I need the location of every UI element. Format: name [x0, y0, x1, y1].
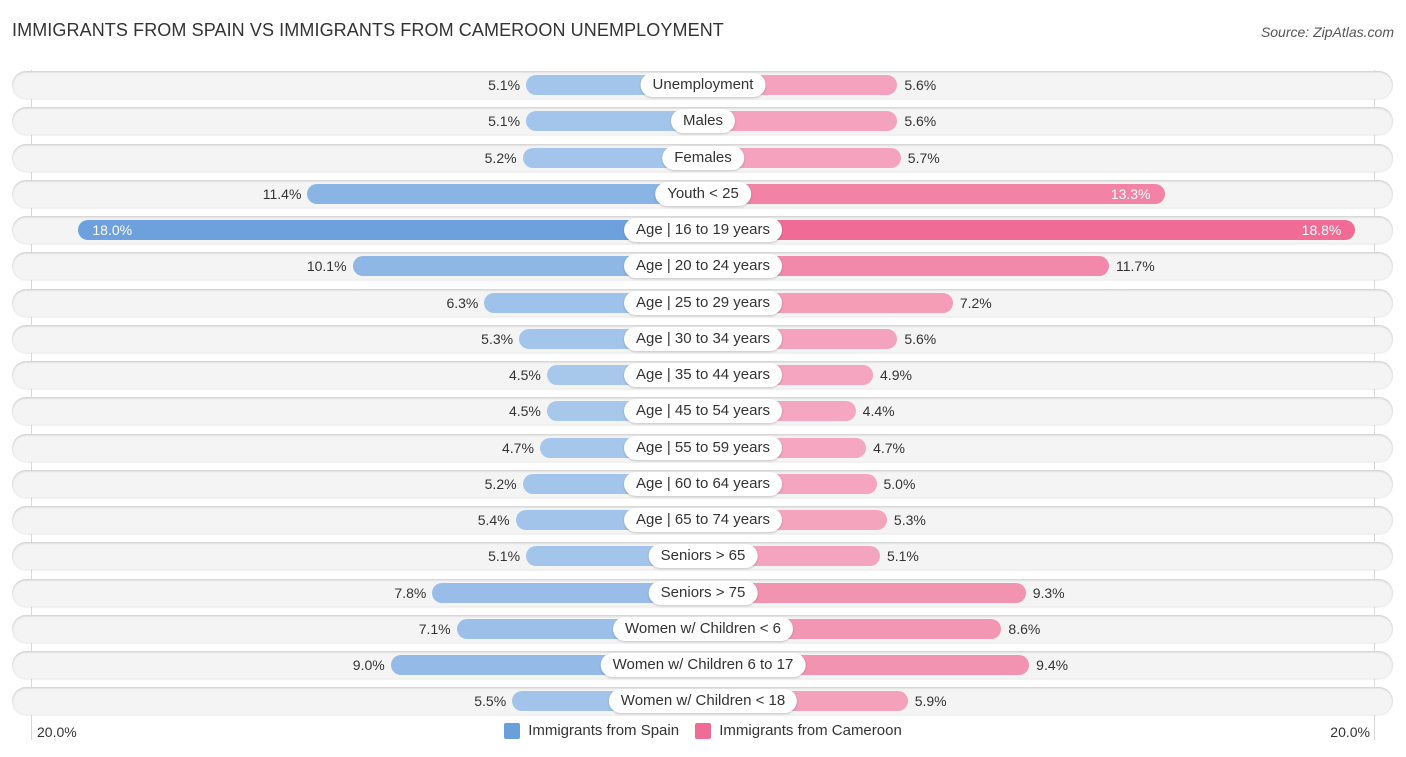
chart-title: IMMIGRANTS FROM SPAIN VS IMMIGRANTS FROM… — [12, 20, 724, 40]
category-label: Age | 45 to 54 years — [624, 399, 782, 424]
value-label-spain: 4.5% — [508, 367, 541, 383]
bar-cameroon[interactable] — [703, 220, 1356, 240]
legend-item-spain[interactable]: Immigrants from Spain — [504, 722, 679, 739]
value-label-spain: 4.7% — [502, 439, 534, 456]
value-label-cameroon: 4.7% — [873, 439, 905, 456]
legend-swatch-cameroon — [695, 722, 712, 739]
category-label: Age | 60 to 64 years — [624, 471, 782, 496]
category-label: Youth < 25 — [655, 181, 751, 206]
value-label-spain: 9.0% — [352, 657, 385, 673]
value-label-cameroon: 9.3% — [1032, 584, 1065, 601]
bar-spain[interactable] — [78, 220, 703, 240]
category-label: Age | 35 to 44 years — [624, 363, 782, 387]
value-label-spain: 5.1% — [488, 113, 521, 130]
category-label: Seniors > 65 — [648, 544, 758, 569]
category-label: Age | 25 to 29 years — [624, 290, 782, 315]
source-label: Source: ZipAtlas.com — [1260, 24, 1394, 40]
value-label-spain: 5.1% — [488, 548, 521, 565]
bar-spain[interactable] — [307, 183, 703, 204]
value-label-cameroon: 5.1% — [886, 548, 919, 565]
value-label-spain: 7.1% — [418, 620, 451, 637]
value-label-cameroon: 5.9% — [914, 693, 947, 710]
value-label-spain: 4.5% — [508, 403, 541, 420]
value-label-cameroon: 9.4% — [1036, 657, 1069, 673]
value-label-cameroon: 8.6% — [1008, 620, 1041, 637]
value-label-cameroon: 5.0% — [883, 475, 916, 492]
category-label: Age | 65 to 74 years — [624, 508, 782, 532]
bar-cameroon[interactable] — [703, 183, 1165, 204]
legend-label-spain: Immigrants from Spain — [528, 722, 680, 739]
value-label-cameroon: 11.7% — [1115, 258, 1155, 275]
value-label-spain: 6.3% — [446, 294, 479, 311]
legend-item-cameroon[interactable]: Immigrants from Cameroon — [695, 722, 902, 739]
legend-label-cameroon: Immigrants from Cameroon — [719, 722, 902, 739]
value-label-spain: 5.3% — [481, 330, 514, 347]
category-label: Age | 20 to 24 years — [624, 254, 782, 279]
value-label-spain: 7.8% — [394, 584, 427, 601]
category-label: Females — [662, 145, 744, 170]
value-label-spain: 18.0% — [92, 222, 133, 238]
value-label-spain: 5.4% — [477, 512, 510, 528]
value-label-cameroon: 7.2% — [959, 294, 992, 311]
value-label-spain: 5.5% — [474, 693, 507, 710]
value-label-cameroon: 13.3% — [1110, 185, 1151, 202]
value-label-cameroon: 5.3% — [893, 512, 926, 528]
value-label-cameroon: 4.9% — [880, 367, 912, 383]
value-label-cameroon: 18.8% — [1301, 222, 1342, 238]
legend: Immigrants from Spain Immigrants from Ca… — [0, 722, 1406, 743]
value-label-spain: 10.1% — [306, 258, 347, 275]
category-label: Seniors > 75 — [648, 580, 758, 605]
value-label-spain: 5.1% — [488, 77, 521, 93]
value-label-cameroon: 5.7% — [907, 149, 940, 166]
category-label: Age | 30 to 34 years — [624, 326, 782, 351]
category-label: Women w/ Children 6 to 17 — [600, 653, 806, 677]
value-label-cameroon: 5.6% — [904, 330, 937, 347]
value-label-spain: 11.4% — [262, 185, 302, 202]
category-label: Women w/ Children < 6 — [612, 616, 794, 641]
value-label-cameroon: 5.6% — [904, 113, 937, 130]
value-label-cameroon: 4.4% — [862, 403, 895, 420]
value-label-cameroon: 5.6% — [904, 77, 937, 93]
category-label: Age | 55 to 59 years — [624, 435, 782, 460]
category-label: Women w/ Children < 18 — [608, 689, 798, 714]
legend-swatch-spain — [504, 722, 521, 739]
category-label: Males — [670, 109, 736, 134]
category-label: Age | 16 to 19 years — [624, 218, 782, 242]
category-label: Unemployment — [640, 73, 766, 97]
value-label-spain: 5.2% — [484, 475, 517, 492]
value-label-spain: 5.2% — [484, 149, 517, 166]
